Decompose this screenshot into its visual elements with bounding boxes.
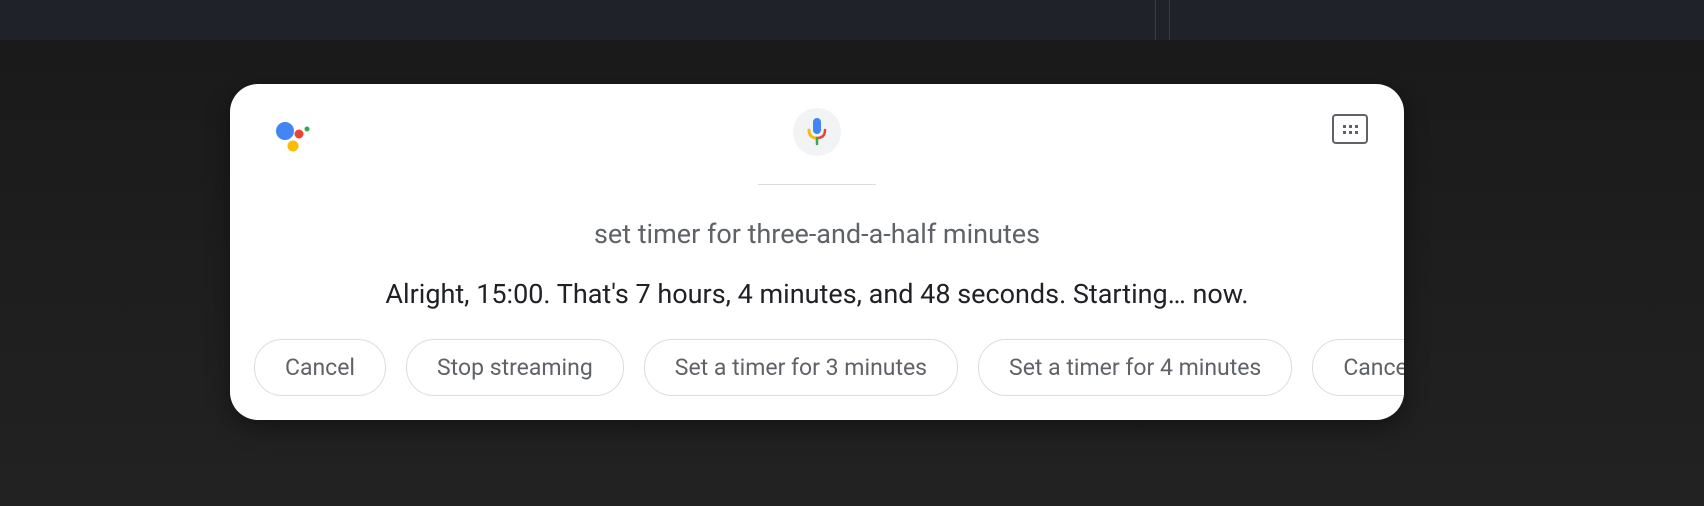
assistant-card: set timer for three-and-a-half minutes A… <box>230 84 1404 420</box>
card-header <box>230 84 1404 186</box>
response-text: Alright, 15:00. That's 7 hours, 4 minute… <box>230 278 1404 310</box>
divider <box>1155 0 1156 40</box>
divider <box>758 184 876 185</box>
suggestion-chip-cancel-2[interactable]: Cancel <box>1312 339 1404 396</box>
query-text: set timer for three-and-a-half minutes <box>230 218 1404 250</box>
keyboard-icon <box>1343 125 1358 134</box>
suggestion-chip-cancel[interactable]: Cancel <box>254 339 386 396</box>
suggestion-chip-stop-streaming[interactable]: Stop streaming <box>406 339 624 396</box>
keyboard-button[interactable] <box>1332 114 1368 144</box>
assistant-logo-icon <box>274 118 314 158</box>
microphone-button[interactable] <box>793 108 841 156</box>
suggestion-row: Cancel Stop streaming Set a timer for 3 … <box>254 339 1404 396</box>
divider <box>1169 0 1170 40</box>
top-bar <box>0 0 1704 40</box>
microphone-icon <box>805 118 829 146</box>
suggestion-chip-timer-3[interactable]: Set a timer for 3 minutes <box>644 339 958 396</box>
suggestion-chip-timer-4[interactable]: Set a timer for 4 minutes <box>978 339 1292 396</box>
